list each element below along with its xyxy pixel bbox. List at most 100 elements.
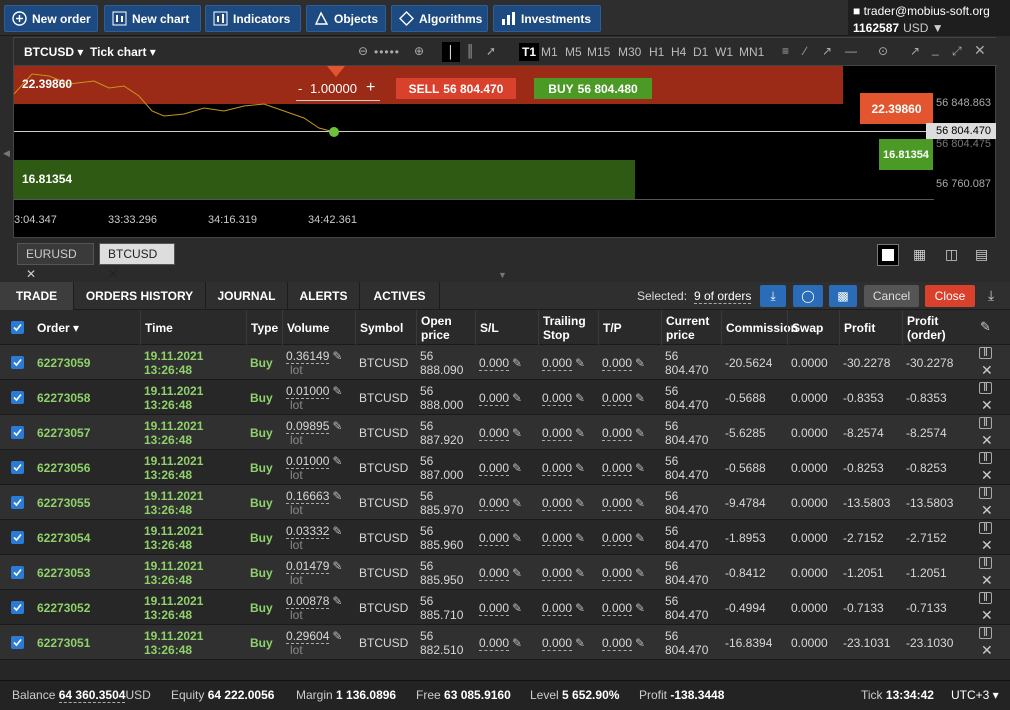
volume-value[interactable]: 0.00878 [286,593,330,609]
close-order-icon[interactable]: ✕ [981,502,993,519]
edit-icon[interactable]: ✎ [575,531,585,545]
lock-icon[interactable]: ▩ [829,285,857,307]
volume-value[interactable]: 0.29604 [286,628,330,644]
row-checkbox[interactable] [11,426,24,439]
edit-icon[interactable]: ✎ [635,356,645,370]
maximize-icon[interactable]: ⤢ [952,44,962,59]
table-row[interactable]: 62273056 19.11.2021 13:26:48 Buy 0.01000 ✎ lot… [0,450,1010,485]
timeframe-m15[interactable]: M15 [587,45,610,59]
layout-rows-icon[interactable]: ▤ [975,246,988,263]
indicators-button[interactable]: Indicators [205,5,301,32]
target-icon[interactable]: ⊙ [878,44,888,58]
splitter-handle-icon[interactable]: ▼ [498,270,507,280]
edit-icon[interactable]: ✎ [332,454,342,468]
take-profit-value[interactable]: 0.000 [602,425,633,441]
edit-icon[interactable]: ✎ [332,594,342,608]
tab-journal[interactable]: JOURNAL [206,282,288,310]
download-icon[interactable]: ⤓ [760,285,786,307]
tab-trade[interactable]: TRADE [0,282,74,310]
close-order-icon[interactable]: ✕ [981,467,993,484]
edit-icon[interactable]: ✎ [635,636,645,650]
volume-value[interactable]: 0.03332 [286,523,330,539]
trailing-stop-value[interactable]: 0.000 [542,495,573,511]
new-order-button[interactable]: New order [4,5,98,32]
timeframe-h1[interactable]: H1 [649,45,664,59]
close-order-icon[interactable]: ✕ [981,362,993,379]
line-chart-icon[interactable]: ➚ [486,44,496,58]
timeframe-w1[interactable]: W1 [715,45,733,59]
stop-loss-value[interactable]: 0.000 [479,460,510,476]
tab-actives[interactable]: ACTIVES [360,282,440,310]
layout-grid-icon[interactable]: ▦ [913,246,926,263]
edit-icon[interactable]: ✎ [512,461,522,475]
edit-icon[interactable]: ✎ [575,426,585,440]
close-order-icon[interactable]: ✕ [981,432,993,449]
column-header[interactable]: T/P [598,310,661,345]
edit-icon[interactable]: ✎ [332,524,342,538]
draw-line-icon[interactable]: ∕ [804,44,806,58]
stop-loss-value[interactable]: 0.000 [479,600,510,616]
trailing-stop-value[interactable]: 0.000 [542,530,573,546]
buy-button[interactable]: BUY 56 804.480 [534,78,652,99]
edit-columns-icon[interactable]: ✎ [980,319,991,335]
row-checkbox[interactable] [11,356,24,369]
zoom-out-icon[interactable]: ⊖ [358,44,368,58]
row-checkbox[interactable] [11,461,24,474]
cancel-button[interactable]: Cancel [864,285,919,307]
balance-value[interactable]: 64 360.3504 [58,688,126,703]
table-row[interactable]: 62273059 19.11.2021 13:26:48 Buy 0.36149 ✎ lot… [0,345,1010,380]
edit-icon[interactable]: ✎ [512,636,522,650]
take-profit-value[interactable]: 0.000 [602,355,633,371]
volume-plus[interactable]: + [366,79,375,97]
edit-icon[interactable]: ✎ [332,629,342,643]
edit-icon[interactable]: ✎ [575,356,585,370]
edit-icon[interactable]: ✎ [512,391,522,405]
close-chart-icon[interactable]: ✕ [974,42,986,59]
modify-order-icon[interactable]: ‖ [979,592,992,604]
edit-icon[interactable]: ✎ [575,566,585,580]
edit-icon[interactable]: ✎ [575,461,585,475]
select-all-checkbox[interactable] [11,321,24,334]
close-tab-icon[interactable]: ✕ [108,267,118,281]
modify-order-icon[interactable]: ‖ [979,452,992,464]
modify-order-icon[interactable]: ‖ [979,417,992,429]
stop-loss-value[interactable]: 0.000 [479,565,510,581]
trailing-stop-value[interactable]: 0.000 [542,390,573,406]
timeframe-t1[interactable]: T1 [519,43,540,61]
column-header[interactable]: Symbol [355,310,416,345]
left-collapse-strip[interactable]: ◀ [0,36,13,272]
timeframe-m5[interactable]: M5 [565,45,582,59]
objects-button[interactable]: Objects [306,5,386,32]
volume-value[interactable]: 0.09895 [286,418,330,434]
trailing-stop-value[interactable]: 0.000 [542,565,573,581]
chart-tab-eurusd[interactable]: EURUSD ✕ [17,243,94,281]
trailing-stop-value[interactable]: 0.000 [542,635,573,651]
edit-icon[interactable]: ✎ [332,419,342,433]
edit-icon[interactable]: ✎ [512,531,522,545]
popout-icon[interactable]: ↗ [910,44,920,58]
take-profit-value[interactable]: 0.000 [602,565,633,581]
column-header[interactable]: Type [246,310,282,345]
chart-tab-btcusd[interactable]: BTCUSD ✕ [99,243,175,281]
stop-loss-value[interactable]: 0.000 [479,635,510,651]
close-order-icon[interactable]: ✕ [981,642,993,659]
export-icon[interactable]: ⤓ [988,287,994,304]
trailing-stop-value[interactable]: 0.000 [542,355,573,371]
edit-icon[interactable]: ✎ [332,559,342,573]
row-checkbox[interactable] [11,601,24,614]
table-row[interactable]: 62273053 19.11.2021 13:26:48 Buy 0.01479 ✎ lot… [0,555,1010,590]
edit-icon[interactable]: ✎ [575,391,585,405]
layout-single-icon[interactable] [877,244,899,266]
investments-button[interactable]: Investments [493,5,601,32]
tick-chart-icon[interactable]: │ [442,42,460,62]
stop-loss-value[interactable]: 0.000 [479,355,510,371]
table-row[interactable]: 62273051 19.11.2021 13:26:48 Buy 0.29604 ✎ lot… [0,625,1010,660]
trailing-stop-value[interactable]: 0.000 [542,425,573,441]
layout-columns-icon[interactable]: ◫ [945,246,958,263]
row-checkbox[interactable] [11,566,24,579]
edit-icon[interactable]: ✎ [635,531,645,545]
symbol-selector[interactable]: BTCUSD ▾ [24,45,83,59]
edit-icon[interactable]: ✎ [512,496,522,510]
edit-icon[interactable]: ✎ [575,636,585,650]
edit-icon[interactable]: ✎ [575,601,585,615]
